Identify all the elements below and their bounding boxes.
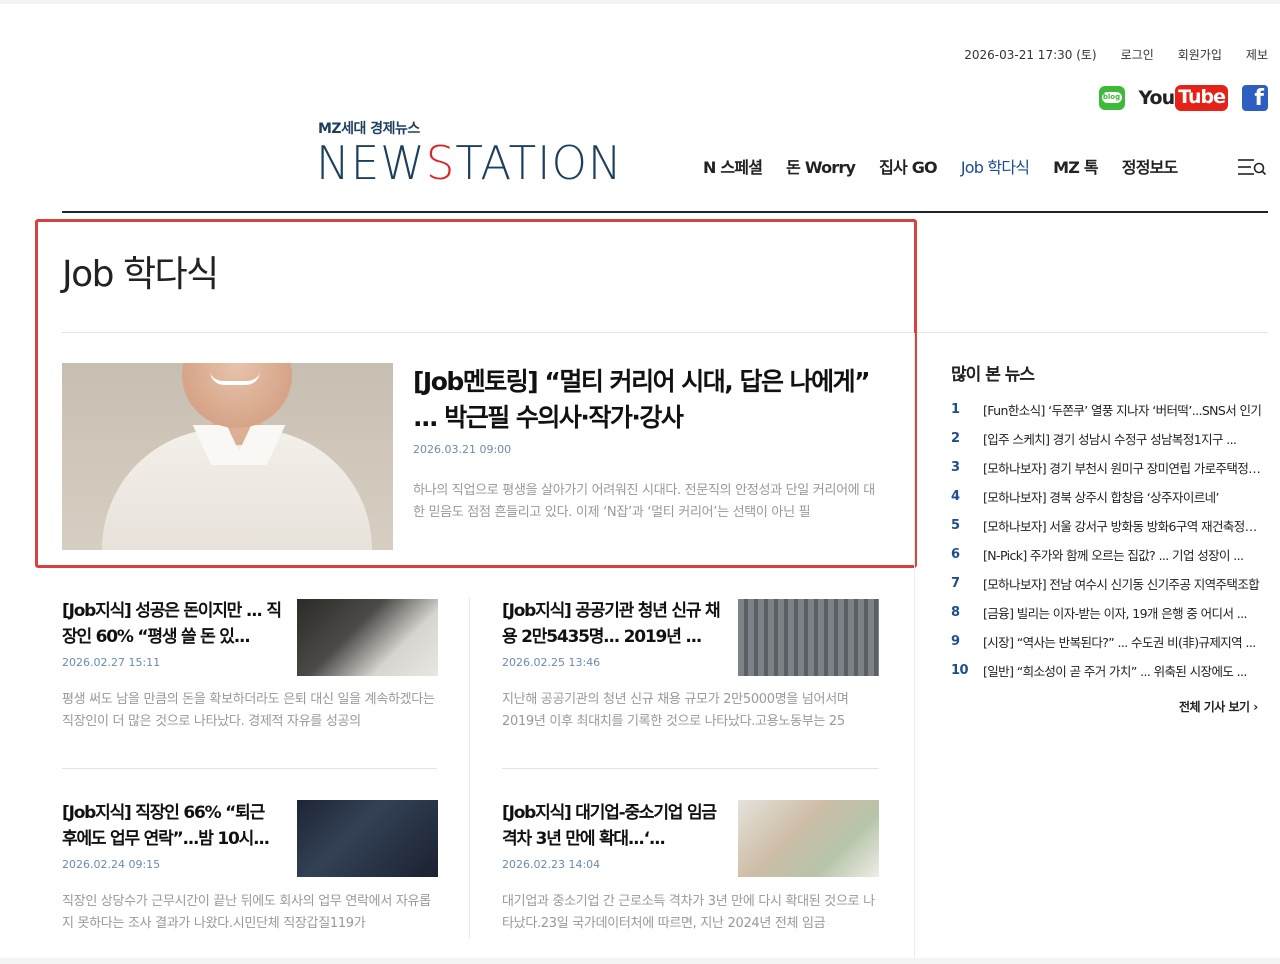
article-card[interactable]: [Job지식] 공공기관 청년 신규 채용 2만5435명... 2019년 .… (502, 598, 880, 748)
rank-number: 2 (951, 431, 960, 446)
logo-text-a: NEW (316, 136, 426, 190)
popular-news-title: 많이 본 뉴스 (951, 365, 1035, 385)
nav-item-mz-talk[interactable]: MZ 톡 (1053, 154, 1098, 178)
rank-number: 8 (951, 605, 960, 620)
article-thumbnail[interactable] (297, 800, 438, 877)
article-thumbnail[interactable] (297, 599, 438, 676)
rank-title[interactable]: [시장] “역사는 반복된다?” ... 수도권 비(非)규제지역 ... (983, 632, 1267, 651)
bottom-border (0, 958, 1280, 964)
rank-title[interactable]: [금융] 빌리는 이자-받는 이자, 19개 은행 중 어디서 ... (983, 603, 1267, 622)
article-title[interactable]: [Job지식] 직장인 66% “퇴근 후에도 업무 연락”...밤 10시..… (62, 800, 282, 852)
article-card[interactable]: [Job지식] 직장인 66% “퇴근 후에도 업무 연락”...밤 10시..… (62, 800, 440, 950)
signup-link[interactable]: 회원가입 (1178, 46, 1222, 63)
popular-news-list: 1 [Fun한소식] ‘두쫀쿠’ 열풍 지나자 ‘버터떡’...SNS서 인기 2… (951, 395, 1271, 685)
article-thumbnail[interactable] (738, 800, 879, 877)
rank-number: 10 (951, 663, 969, 678)
rank-title[interactable]: [모하나보자] 경북 상주시 합창읍 ‘상주자이르네’ (983, 487, 1267, 506)
nav-item-jipsa-go[interactable]: 집사 GO (879, 154, 938, 178)
nav-item-job[interactable]: Job 학다식 (961, 154, 1030, 178)
blog-icon[interactable]: blog (1098, 86, 1125, 110)
view-all-link[interactable]: 전체 기사 보기 › (1179, 698, 1258, 715)
popular-news-item[interactable]: 5 [모하나보자] 서울 강서구 방화동 방화6구역 재건축정비사업 (951, 511, 1271, 540)
rank-title[interactable]: [일반] “희소성이 곧 주거 가치” ... 위축된 시장에도 ... (983, 661, 1267, 680)
popular-news-item[interactable]: 9 [시장] “역사는 반복된다?” ... 수도권 비(非)규제지역 ... (951, 627, 1271, 656)
article-summary: 지난해 공공기관의 청년 신규 채용 규모가 2만5000명을 넘어서며 201… (502, 692, 849, 729)
login-link[interactable]: 로그인 (1121, 46, 1154, 63)
rank-title[interactable]: [모하나보자] 서울 강서구 방화동 방화6구역 재건축정비사업 (983, 516, 1267, 535)
youtube-icon-you: You (1138, 87, 1176, 109)
row-divider (502, 768, 879, 769)
article-thumbnail[interactable] (738, 599, 879, 676)
logo-tagline: MZ세대 경제뉴스 (318, 121, 420, 137)
rank-number: 4 (951, 489, 960, 504)
nav-item-don-worry[interactable]: 돈 Worry (786, 154, 856, 178)
site-logo[interactable]: MZ세대 경제뉴스 NEWSTATION (316, 118, 676, 190)
sidebar-divider (914, 333, 915, 963)
article-date: 2026.02.23 14:04 (502, 858, 601, 871)
nav-item-correction[interactable]: 정정보도 (1122, 154, 1178, 178)
article-title[interactable]: [Job지식] 대기업-중소기업 임금 격차 3년 만에 확대...‘... (502, 800, 722, 852)
social-links: blog You Tube f (1098, 84, 1268, 112)
rank-title[interactable]: [Fun한소식] ‘두쫀쿠’ 열풍 지나자 ‘버터떡’...SNS서 인기 (983, 400, 1267, 419)
article-summary: 대기업과 중소기업 간 근로소득 격차가 3년 만에 다시 확대된 것으로 나타… (502, 894, 875, 931)
column-divider (469, 598, 470, 938)
article-summary: 평생 써도 남을 만큼의 돈을 확보하더라도 은퇴 대신 일을 계속하겠다는 직… (62, 692, 435, 729)
rank-number: 6 (951, 547, 960, 562)
youtube-icon[interactable]: You Tube (1139, 85, 1228, 111)
logo-wordmark: NEWSTATION (316, 136, 623, 190)
current-datetime: 2026-03-21 17:30 (토) (964, 47, 1097, 62)
article-title[interactable]: [Job지식] 공공기관 청년 신규 채용 2만5435명... 2019년 .… (502, 598, 722, 650)
top-border (0, 0, 1280, 4)
view-all-label: 전체 기사 보기 (1179, 700, 1250, 714)
nav-divider (62, 211, 1268, 213)
rank-title[interactable]: [N-Pick] 주가와 함께 오르는 집값? ... 기업 성장이 ... (983, 545, 1267, 564)
logo-text-c: TATION (455, 136, 623, 190)
rank-number: 3 (951, 460, 960, 475)
tip-link[interactable]: 제보 (1246, 46, 1268, 63)
rank-title[interactable]: [입주 스케치] 경기 성남시 수정구 성남복정1지구 ... (983, 429, 1267, 448)
popular-news-item[interactable]: 3 [모하나보자] 경기 부천시 원미구 장미연립 가로주택정비사업 (951, 453, 1271, 482)
popular-news-item[interactable]: 10 [일반] “희소성이 곧 주거 가치” ... 위축된 시장에도 ... (951, 656, 1271, 685)
article-date: 2026.02.27 15:11 (62, 656, 161, 669)
rank-number: 7 (951, 576, 960, 591)
facebook-icon[interactable]: f (1242, 85, 1268, 111)
popular-news-item[interactable]: 1 [Fun한소식] ‘두쫀쿠’ 열풍 지나자 ‘버터떡’...SNS서 인기 (951, 395, 1271, 424)
rank-number: 5 (951, 518, 960, 533)
nav-item-n-special[interactable]: N 스페셜 (703, 154, 763, 178)
popular-news-item[interactable]: 8 [금융] 빌리는 이자-받는 이자, 19개 은행 중 어디서 ... (951, 598, 1271, 627)
chevron-right-icon: › (1253, 700, 1258, 714)
rank-title[interactable]: [모하나보자] 경기 부천시 원미구 장미연립 가로주택정비사업 (983, 458, 1267, 477)
highlight-box (35, 219, 917, 568)
popular-news-item[interactable]: 7 [모하나보자] 전남 여수시 신기동 신기주공 지역주택조합 (951, 569, 1271, 598)
row-divider (62, 768, 437, 769)
popular-news-item[interactable]: 2 [입주 스케치] 경기 성남시 수정구 성남복정1지구 ... (951, 424, 1271, 453)
popular-news-item[interactable]: 6 [N-Pick] 주가와 함께 오르는 집값? ... 기업 성장이 ... (951, 540, 1271, 569)
menu-search-icon[interactable] (1237, 157, 1267, 177)
article-title[interactable]: [Job지식] 성공은 돈이지만 ... 직장인 60% “평생 쓸 돈 있..… (62, 598, 282, 650)
popular-news-item[interactable]: 4 [모하나보자] 경북 상주시 합창읍 ‘상주자이르네’ (951, 482, 1271, 511)
article-summary: 직장인 상당수가 근무시간이 끝난 뒤에도 회사의 업무 연락에서 자유롭지 못… (62, 894, 431, 931)
article-date: 2026.02.24 09:15 (62, 858, 161, 871)
rank-number: 1 (951, 402, 960, 417)
blog-icon-label: blog (1101, 92, 1122, 103)
article-card[interactable]: [Job지식] 대기업-중소기업 임금 격차 3년 만에 확대...‘... 2… (502, 800, 880, 950)
main-nav: N 스페셜 돈 Worry 집사 GO Job 학다식 MZ 톡 정정보도 (703, 154, 1201, 178)
logo-text-b: S (425, 136, 456, 190)
rank-title[interactable]: [모하나보자] 전남 여수시 신기동 신기주공 지역주택조합 (983, 574, 1267, 593)
rank-number: 9 (951, 634, 960, 649)
article-card[interactable]: [Job지식] 성공은 돈이지만 ... 직장인 60% “평생 쓸 돈 있..… (62, 598, 440, 748)
utility-bar: 2026-03-21 17:30 (토) 로그인 회원가입 제보 (964, 45, 1268, 63)
article-date: 2026.02.25 13:46 (502, 656, 601, 669)
youtube-icon-tube: Tube (1175, 85, 1228, 111)
